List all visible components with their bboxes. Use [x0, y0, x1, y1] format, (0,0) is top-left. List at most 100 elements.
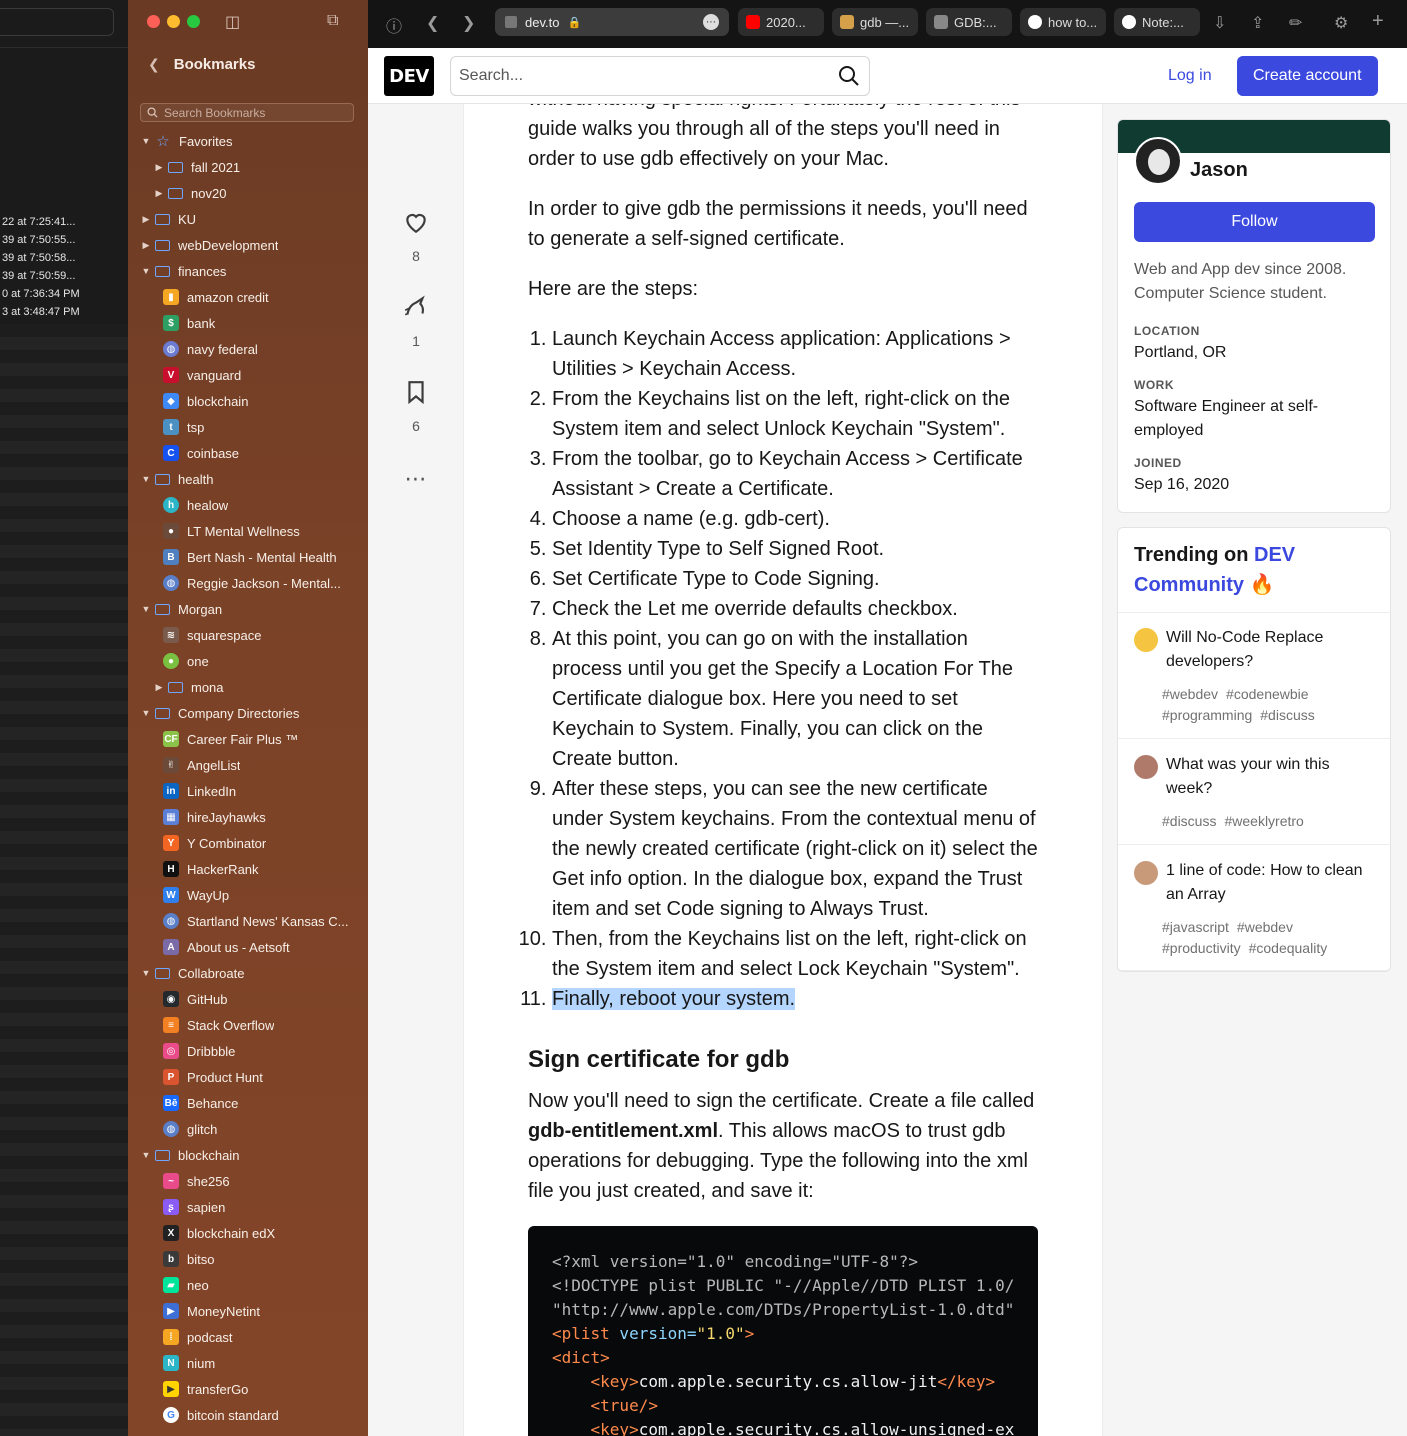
bookmark-item[interactable]: Bē Behance: [128, 1090, 368, 1116]
unicorn-reaction[interactable]: 1: [384, 295, 448, 349]
bookmark-item[interactable]: B Bert Nash - Mental Health: [128, 544, 368, 570]
bookmark-folder[interactable]: ▼ ☆ Favorites: [128, 128, 368, 154]
trending-title[interactable]: What was your win this week?: [1166, 753, 1376, 801]
bookmark-item[interactable]: CF Career Fair Plus ™: [128, 726, 368, 752]
zoom-window-button[interactable]: [187, 15, 200, 28]
bookmark-item[interactable]: ◍ navy federal: [128, 336, 368, 362]
tag-link[interactable]: #webdev: [1237, 917, 1293, 938]
bookmark-reaction[interactable]: 6: [384, 380, 448, 434]
bookmark-folder[interactable]: ▶ KU: [128, 206, 368, 232]
downloads-icon[interactable]: ⇩: [1213, 13, 1226, 33]
chevron-down-icon[interactable]: ▼: [140, 136, 152, 146]
bookmark-item[interactable]: b bitso: [128, 1246, 368, 1272]
bookmark-item[interactable]: ◎ Dribbble: [128, 1038, 368, 1064]
bookmark-item[interactable]: Nnium: [128, 1350, 368, 1376]
new-tab-group-icon[interactable]: ⧉: [327, 12, 338, 30]
close-window-button[interactable]: [147, 15, 160, 28]
bookmark-item[interactable]: $ bank: [128, 310, 368, 336]
bookmark-item[interactable]: h healow: [128, 492, 368, 518]
tag-link[interactable]: #programming: [1162, 705, 1252, 726]
trending-title[interactable]: 1 line of code: How to clean an Array: [1166, 859, 1376, 907]
bookmark-item[interactable]: Xblockchain edX: [128, 1220, 368, 1246]
share-icon[interactable]: ⇪: [1251, 13, 1264, 33]
bookmark-item[interactable]: ~ she256: [128, 1168, 368, 1194]
tag-link[interactable]: #webdev: [1162, 684, 1218, 705]
bookmark-item[interactable]: ◍ glitch: [128, 1116, 368, 1142]
bookmark-folder[interactable]: ▼ Collabroate: [128, 960, 368, 986]
bookmark-folder[interactable]: ▶ fall 2021: [128, 154, 368, 180]
background-list-item[interactable]: 39 at 7:50:58...: [2, 252, 75, 264]
bookmark-item[interactable]: ≋ squarespace: [128, 622, 368, 648]
bookmark-item[interactable]: ● one: [128, 648, 368, 674]
trending-item[interactable]: Will No-Code Replace developers? #webdev #…: [1118, 612, 1390, 739]
minimize-window-button[interactable]: [167, 15, 180, 28]
tag-link[interactable]: #discuss: [1260, 705, 1314, 726]
tag-link[interactable]: #productivity: [1162, 938, 1241, 959]
bookmark-item[interactable]: ● LT Mental Wellness: [128, 518, 368, 544]
bookmark-item[interactable]: t tsp: [128, 414, 368, 440]
author-name[interactable]: Jason: [1190, 159, 1248, 182]
bookmark-item[interactable]: W WayUp: [128, 882, 368, 908]
bookmark-folder[interactable]: ▼ finances: [128, 258, 368, 284]
browser-tab[interactable]: 2020...: [738, 8, 824, 36]
more-options-icon[interactable]: ⋯: [703, 14, 719, 30]
bookmark-item[interactable]: ◍ Reggie Jackson - Mental...: [128, 570, 368, 596]
bookmark-item[interactable]: P Product Hunt: [128, 1064, 368, 1090]
bookmarks-search-input[interactable]: [164, 105, 344, 120]
bookmark-item[interactable]: ≡ Stack Overflow: [128, 1012, 368, 1038]
chevron-down-icon[interactable]: ▼: [140, 708, 152, 718]
background-list-item[interactable]: 22 at 7:25:41...: [2, 216, 75, 228]
bookmark-folder[interactable]: ▼ Morgan: [128, 596, 368, 622]
bookmark-item[interactable]: ▶ MoneyNetint: [128, 1298, 368, 1324]
browser-tab[interactable]: gdb —...: [832, 8, 918, 36]
bookmark-folder[interactable]: ▼ health: [128, 466, 368, 492]
info-icon[interactable]: ⓘ: [386, 13, 402, 37]
bookmark-folder[interactable]: ▶ webDevelopment: [128, 232, 368, 258]
bookmark-item[interactable]: H HackerRank: [128, 856, 368, 882]
bookmark-folder[interactable]: ▼ Company Directories: [128, 700, 368, 726]
bookmark-item[interactable]: Ccoinbase: [128, 440, 368, 466]
bookmark-item[interactable]: ▶ transferGo: [128, 1376, 368, 1402]
bookmark-item[interactable]: ◉ GitHub: [128, 986, 368, 1012]
trending-title[interactable]: Will No-Code Replace developers?: [1166, 626, 1376, 674]
more-actions-icon[interactable]: ⋯: [384, 466, 448, 492]
chevron-down-icon[interactable]: ▼: [140, 1150, 152, 1160]
bookmark-item[interactable]: A About us - Aetsoft: [128, 934, 368, 960]
log-in-link[interactable]: Log in: [1160, 56, 1220, 96]
dev-search-input[interactable]: [459, 67, 837, 85]
dev-search-box[interactable]: [450, 56, 870, 96]
trending-item[interactable]: 1 line of code: How to clean an Array #ja…: [1118, 845, 1390, 971]
bookmark-item[interactable]: ⁞ podcast: [128, 1324, 368, 1350]
new-tab-icon[interactable]: +: [1372, 10, 1384, 33]
bookmark-item[interactable]: Vvanguard: [128, 362, 368, 388]
chevron-right-icon[interactable]: ▶: [153, 162, 165, 173]
back-icon[interactable]: ❮: [426, 13, 439, 33]
follow-button[interactable]: Follow: [1134, 202, 1375, 242]
chevron-right-icon[interactable]: ▶: [153, 188, 165, 199]
bookmark-item[interactable]: in LinkedIn: [128, 778, 368, 804]
address-bar[interactable]: dev.to 🔒 ⋯: [495, 8, 729, 36]
tag-link[interactable]: #weeklyretro: [1224, 811, 1303, 832]
browser-tab[interactable]: GDB:...: [926, 8, 1012, 36]
bookmark-item[interactable]: ✌ AngelList: [128, 752, 368, 778]
bookmark-folder[interactable]: ▶ nov20: [128, 180, 368, 206]
browser-tab[interactable]: how to...: [1020, 8, 1106, 36]
background-list-item[interactable]: 39 at 7:50:55...: [2, 234, 75, 246]
background-list-item[interactable]: 39 at 7:50:59...: [2, 270, 75, 282]
extensions-icon[interactable]: ✏: [1289, 13, 1302, 33]
settings-gear-icon[interactable]: ⚙: [1334, 13, 1348, 33]
chevron-down-icon[interactable]: ▼: [140, 474, 152, 484]
trending-item[interactable]: What was your win this week? #discuss #wee…: [1118, 739, 1390, 845]
bookmark-item[interactable]: ▦ hireJayhawks: [128, 804, 368, 830]
bookmark-item[interactable]: ▮ amazon credit: [128, 284, 368, 310]
chevron-right-icon[interactable]: ▶: [140, 214, 152, 225]
search-icon[interactable]: [837, 64, 861, 88]
chevron-down-icon[interactable]: ▼: [140, 266, 152, 276]
heart-reaction[interactable]: 8: [384, 210, 448, 264]
back-chevron-icon[interactable]: ❮: [148, 56, 160, 73]
dev-logo[interactable]: DEV: [384, 56, 434, 96]
browser-tab[interactable]: Note:...: [1114, 8, 1200, 36]
bookmark-item[interactable]: ◍ Startland News' Kansas C...: [128, 908, 368, 934]
code-block[interactable]: <?xml version="1.0" encoding="UTF-8"?> <…: [528, 1226, 1038, 1436]
bookmark-item[interactable]: Gbitcoin standard: [128, 1402, 368, 1428]
